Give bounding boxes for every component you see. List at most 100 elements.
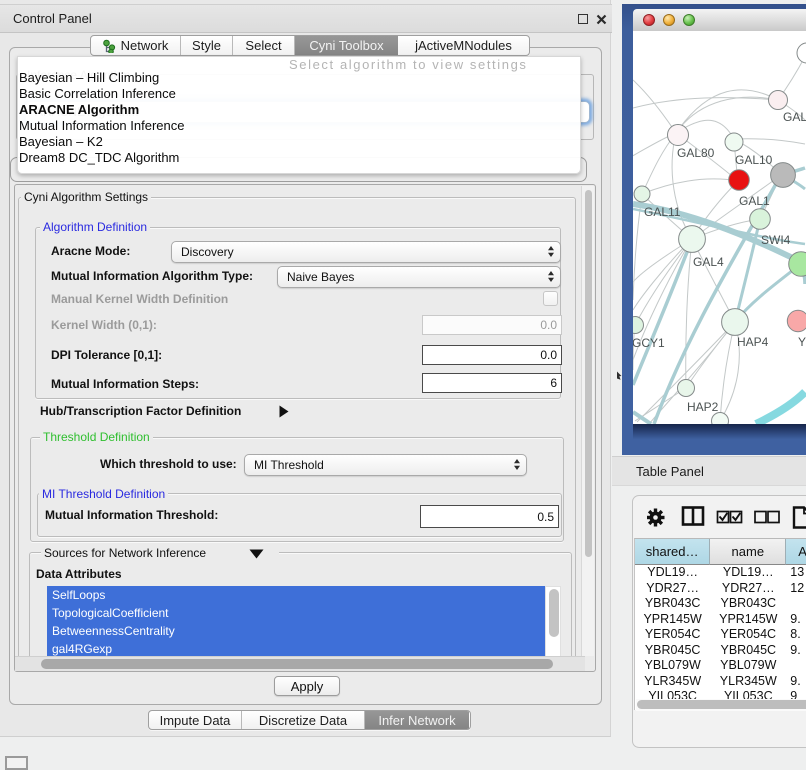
data-attributes-list[interactable]: SelfLoopsTopologicalCoefficientBetweenne… — [47, 586, 545, 660]
gear-icon[interactable] — [647, 509, 665, 527]
attribute-list-item[interactable]: TopologicalCoefficient — [47, 604, 545, 622]
tab-jactivemnodules[interactable]: jActiveMNodules — [398, 36, 529, 55]
float-window-button[interactable] — [578, 14, 588, 24]
algorithm-option[interactable]: Bayesian – K2 — [19, 134, 103, 149]
bottom-tab-infer-network[interactable]: Infer Network — [365, 711, 469, 729]
document-icon[interactable] — [794, 508, 806, 528]
network-canvas[interactable]: GAL2GAL80GAL10GAL1GAL11SWI4GAL4GCY1HAP4Y… — [633, 31, 806, 424]
table-cell: YPR145W — [710, 612, 786, 626]
mi-algorithm-type-value: Naive Bayes — [287, 270, 354, 284]
column-header-label: shared… — [646, 544, 699, 559]
network-node-gal10[interactable] — [725, 133, 743, 151]
algorithm-option[interactable]: Dream8 DC_TDC Algorithm — [19, 150, 179, 165]
table-horizontal-scrollbar[interactable] — [636, 699, 806, 711]
network-node-gal4[interactable] — [679, 226, 706, 253]
attributes-scroll-thumb[interactable] — [549, 589, 559, 637]
table-cell: 9. — [790, 674, 806, 688]
sources-group-title[interactable]: Sources for Network Inference — [41, 546, 279, 560]
kernel-width-field[interactable]: 0.0 — [422, 315, 562, 335]
which-threshold-combo[interactable]: MI Threshold — [244, 454, 527, 477]
table-cell: YER054C — [635, 627, 710, 641]
table-cell: YDL19… — [635, 565, 710, 579]
network-node-gal1[interactable] — [729, 170, 750, 191]
mi-threshold-field[interactable]: 0.5 — [420, 505, 559, 528]
column-header-label: name — [732, 544, 765, 559]
dpi-tolerance-value: 0.0 — [540, 348, 557, 362]
network-node-gal80[interactable] — [668, 125, 689, 146]
unchecked-columns-icon[interactable] — [755, 512, 779, 523]
attribute-list-item[interactable]: BetweennessCentrality — [47, 622, 545, 640]
stepper-arrows-icon — [548, 267, 554, 288]
expanded-arrow-icon[interactable] — [249, 549, 264, 559]
algorithm-definition-title: Algorithm Definition — [40, 220, 150, 234]
network-edge-highlighted — [633, 412, 651, 424]
zoom-traffic-light[interactable] — [683, 14, 695, 26]
bottom-tab-impute-data[interactable]: Impute Data — [149, 711, 242, 729]
network-node-hap4[interactable] — [722, 309, 749, 336]
network-node-swi4[interactable] — [750, 209, 771, 230]
algorithm-option[interactable]: Mutual Information Inference — [19, 118, 184, 133]
tab-cyni-toolbox[interactable]: Cyni Toolbox — [295, 36, 398, 55]
column-header-shared[interactable]: shared… — [635, 539, 710, 565]
manual-kernel-width-checkbox[interactable] — [543, 291, 558, 306]
split-columns-icon[interactable] — [683, 508, 703, 525]
network-node-gal2[interactable] — [769, 91, 788, 110]
bottom-tab-discretize-data[interactable]: Discretize Data — [242, 711, 365, 729]
close-panel-button[interactable] — [596, 14, 607, 25]
popup-hint: Select algorithm to view settings — [289, 57, 528, 72]
mi-algorithm-type-combo[interactable]: Naive Bayes — [277, 266, 561, 289]
table-hscroll-thumb[interactable] — [637, 700, 806, 709]
network-edge — [633, 98, 778, 108]
hub-definition-label[interactable]: Hub/Transcription Factor Definition — [40, 404, 241, 418]
checked-columns-icon-shape — [733, 513, 741, 520]
stepper-arrows-icon — [548, 242, 554, 263]
attribute-list-item[interactable]: SelfLoops — [47, 586, 545, 604]
algorithm-option[interactable]: Bayesian – Hill Climbing — [19, 70, 159, 85]
attributes-list-scrollbar[interactable] — [545, 586, 561, 660]
network-node[interactable] — [771, 163, 796, 188]
network-node[interactable] — [797, 43, 806, 63]
network-node-yjl[interactable] — [787, 310, 806, 331]
tab-network[interactable]: Network — [91, 36, 181, 55]
network-node[interactable] — [712, 413, 729, 425]
table-cell: 9. — [790, 612, 806, 626]
apply-button-label: Apply — [291, 679, 324, 694]
unchecked-columns-icon-shape — [755, 512, 766, 523]
settings-vscroll-thumb[interactable] — [585, 190, 592, 557]
collapsed-arrow-icon[interactable] — [278, 405, 289, 418]
data-attributes-label: Data Attributes — [36, 567, 122, 581]
network-window-titlebar[interactable] — [633, 9, 806, 32]
tab-select[interactable]: Select — [233, 36, 295, 55]
algorithm-option[interactable]: Basic Correlation Inference — [19, 86, 176, 101]
network-tab-icon — [103, 39, 116, 53]
aracne-mode-combo[interactable]: Discovery — [171, 241, 561, 264]
settings-hscroll-thumb[interactable] — [41, 659, 553, 669]
network-node-gal11[interactable] — [634, 186, 650, 202]
gear-icon-shape-shape — [661, 516, 665, 519]
apply-button[interactable]: Apply — [274, 676, 340, 696]
close-panel-button-shape — [598, 16, 606, 24]
column-header-av[interactable]: Av — [786, 539, 806, 565]
tab-label: jActiveMNodules — [415, 38, 512, 53]
gear-icon-shape — [647, 509, 665, 527]
dpi-tolerance-field[interactable]: 0.0 — [422, 345, 562, 365]
minimized-panel-icon[interactable] — [5, 756, 28, 770]
manual-kernel-width-label: Manual Kernel Width Definition — [51, 292, 228, 306]
table-cell: YDR27… — [710, 581, 786, 595]
tab-style[interactable]: Style — [181, 36, 233, 55]
checked-columns-icon[interactable] — [718, 512, 742, 523]
column-header-name[interactable]: name — [710, 539, 786, 565]
network-node-gcy1[interactable] — [633, 317, 644, 334]
settings-vertical-scrollbar[interactable] — [581, 186, 594, 656]
stepper-arrows-icon-shape — [548, 271, 554, 282]
kernel-width-value: 0.0 — [540, 318, 557, 332]
which-threshold-label: Which threshold to use: — [100, 457, 237, 471]
close-traffic-light[interactable] — [643, 14, 655, 26]
gear-icon-shape-shape — [653, 515, 658, 520]
algorithm-option[interactable]: ARACNE Algorithm — [19, 102, 139, 117]
minimize-traffic-light[interactable] — [663, 14, 675, 26]
network-node-hap2[interactable] — [678, 380, 695, 397]
mi-steps-field[interactable]: 6 — [422, 373, 562, 393]
table-panel-title: Table Panel — [636, 464, 704, 479]
settings-horizontal-scrollbar[interactable] — [15, 656, 585, 671]
